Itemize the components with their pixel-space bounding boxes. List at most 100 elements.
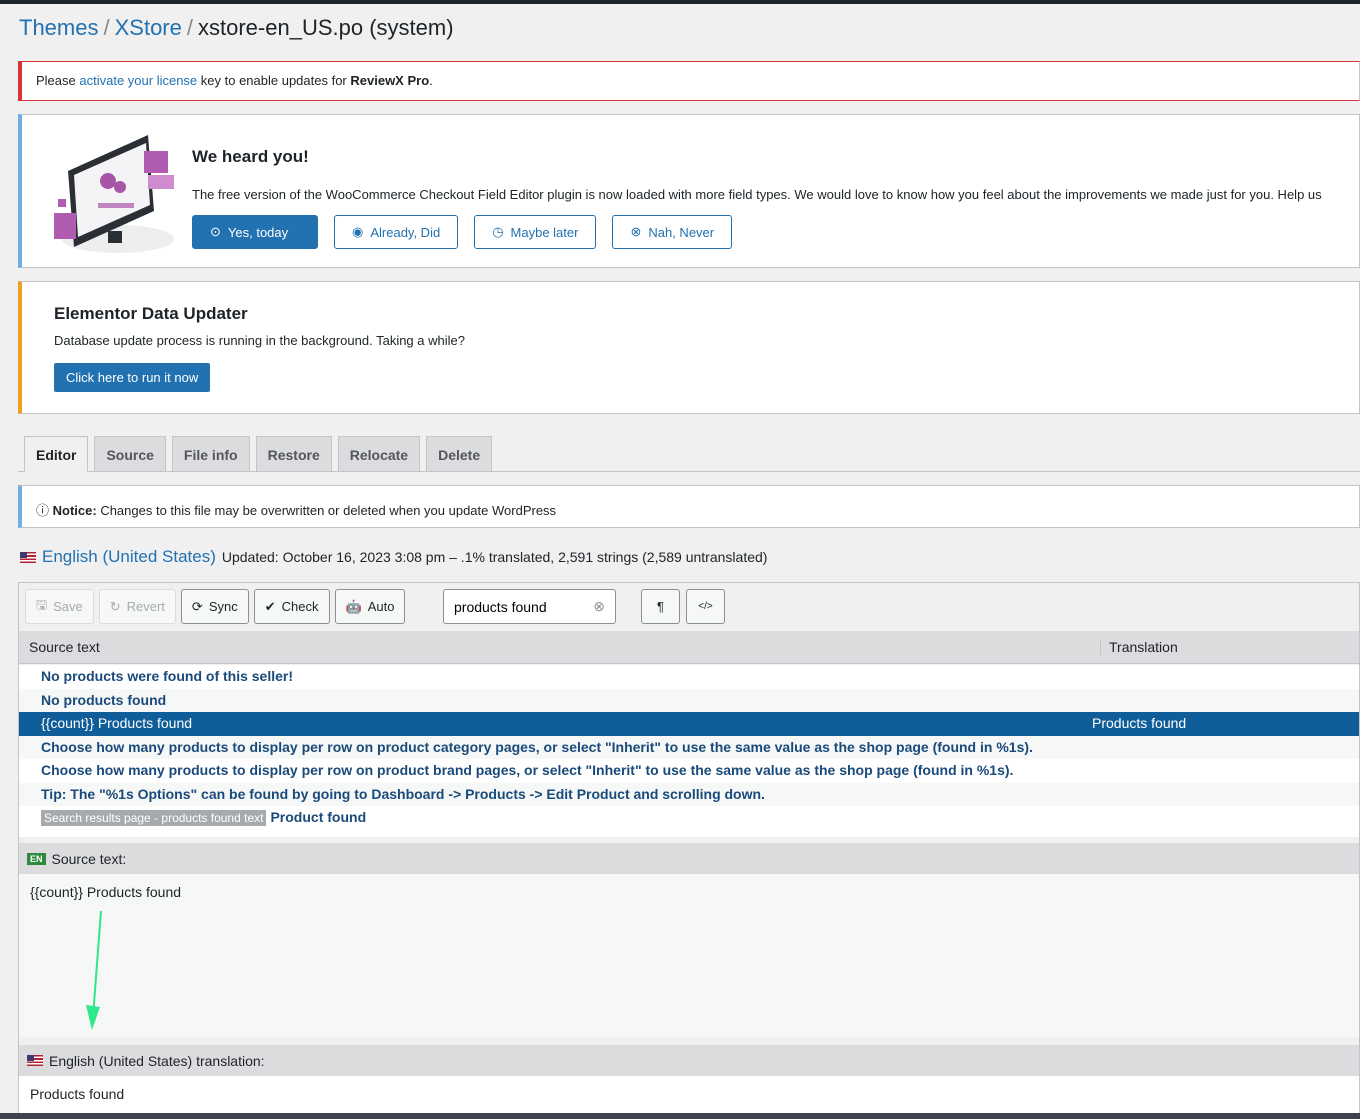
breadcrumb-current: xstore-en_US.po (system)	[198, 15, 454, 40]
activate-license-link[interactable]: activate your license	[79, 73, 197, 88]
pane-label: Source text:	[51, 850, 127, 867]
source-pane-header: EN Source text:	[19, 843, 1359, 874]
license-notice: Please activate your license key to enab…	[18, 61, 1360, 101]
notice-text: Changes to this file may be overwritten …	[96, 503, 557, 518]
table-row[interactable]: Search results page - products found tex…	[19, 806, 1359, 830]
info-icon: ⓘ	[36, 503, 50, 518]
tab-delete[interactable]: Delete	[426, 436, 493, 472]
thumbs-up-icon: ◉	[352, 224, 364, 239]
button-label: Already, Did	[370, 224, 441, 240]
product-name: ReviewX Pro	[350, 73, 430, 88]
source-cell: Product found	[270, 809, 367, 825]
notice-text: key to enable updates for	[197, 73, 351, 88]
button-label: Save	[53, 599, 83, 614]
tab-editor[interactable]: Editor	[24, 436, 89, 472]
strings-list: No products were found of this seller! N…	[19, 665, 1359, 837]
revert-icon: ↻	[109, 598, 121, 614]
translation-pane-header: English (United States) translation:	[19, 1045, 1359, 1076]
maybe-later-button[interactable]: ◷ Maybe later	[474, 215, 597, 249]
notice-title: Elementor Data Updater	[54, 304, 248, 323]
check-button[interactable]: ✔ Check	[253, 589, 330, 624]
translation-input[interactable]: Products found	[19, 1076, 1359, 1114]
annotation-arrow	[86, 910, 102, 1030]
notice-text: Please	[36, 73, 80, 88]
yes-today-button[interactable]: ⊙ Yes, today	[192, 215, 318, 249]
breadcrumb-themes[interactable]: Themes	[19, 15, 98, 40]
table-row[interactable]: Choose how many products to display per …	[19, 735, 1359, 759]
notice-text: .	[429, 73, 433, 88]
nah-never-button[interactable]: ⊗ Nah, Never	[612, 215, 733, 249]
source-text: {{count}} Products found	[30, 884, 182, 900]
check-circle-icon: ⊙	[210, 224, 221, 239]
breadcrumb: Themes / XStore / xstore-en_US.po (system)	[19, 15, 454, 40]
source-cell: Choose how many products to display per …	[41, 762, 1014, 778]
editor-toolbar: 🖫 Save ↻ Revert ⟳ Sync ✔ Check 🤖 Auto	[25, 589, 406, 624]
pane-label: English (United States) translation:	[49, 1052, 265, 1069]
source-cell: Choose how many products to display per …	[41, 738, 1033, 755]
tab-restore[interactable]: Restore	[255, 436, 332, 472]
toggle-invisibles-button[interactable]: ¶	[641, 589, 680, 624]
bottom-bar	[0, 1113, 1360, 1119]
language-link[interactable]: English (United States)	[42, 547, 216, 567]
translation-cell: Products found	[1092, 715, 1187, 731]
breadcrumb-xstore[interactable]: XStore	[115, 15, 182, 40]
button-label: Maybe later	[510, 224, 579, 240]
feedback-notice: We heard you! The free version of the Wo…	[18, 114, 1360, 268]
clock-icon: ◷	[492, 224, 504, 239]
table-header: Source text Translation	[19, 631, 1359, 664]
button-label: Revert	[126, 599, 165, 614]
language-line: English (United States) Updated: October…	[20, 547, 767, 567]
button-label: Nah, Never	[648, 224, 715, 240]
table-row[interactable]: Choose how many products to display per …	[19, 759, 1359, 783]
column-source[interactable]: Source text	[29, 639, 100, 655]
file-tabs: Editor Source File info Restore Relocate…	[24, 436, 493, 472]
button-label: Check	[281, 599, 319, 614]
table-row[interactable]: No products were found of this seller!	[19, 665, 1359, 689]
x-circle-icon: ⊗	[630, 224, 642, 239]
search-field[interactable]: ⊗	[443, 589, 616, 624]
button-label: Sync	[208, 599, 238, 614]
save-icon: 🖫	[36, 596, 48, 612]
search-input[interactable]	[454, 598, 584, 615]
run-updater-button[interactable]: Click here to run it now	[54, 363, 211, 392]
table-row[interactable]: No products found	[19, 688, 1359, 712]
language-meta: Updated: October 16, 2023 3:08 pm – .1% …	[221, 549, 768, 565]
robot-icon: 🤖	[345, 598, 362, 614]
table-row[interactable]: Tip: The "%1s Options" can be found by g…	[19, 782, 1359, 806]
column-translation[interactable]: Translation	[1100, 639, 1178, 655]
sync-icon: ⟳	[191, 598, 203, 614]
source-cell: {{count}} Products found	[41, 715, 193, 731]
tab-file-info[interactable]: File info	[171, 436, 250, 472]
overwrite-notice: ⓘ Notice: Changes to this file may be ov…	[18, 485, 1360, 528]
source-text-pane: {{count}} Products found	[19, 874, 1359, 1037]
button-label: Yes, today	[227, 224, 289, 240]
context-badge: Search results page - products found tex…	[41, 810, 267, 826]
notice-label: Notice:	[52, 503, 97, 518]
button-label: Auto	[367, 599, 395, 614]
clear-search-icon[interactable]: ⊗	[593, 598, 605, 615]
revert-button[interactable]: ↻ Revert	[98, 589, 176, 624]
source-cell: No products found	[41, 691, 167, 708]
source-cell: No products were found of this seller!	[41, 668, 294, 684]
top-bar	[0, 0, 1360, 4]
po-editor: 🖫 Save ↻ Revert ⟳ Sync ✔ Check 🤖 Auto ⊗ ¶ </>…	[18, 582, 1360, 1114]
toggle-code-button[interactable]: </>	[686, 589, 725, 624]
save-button[interactable]: 🖫 Save	[25, 589, 94, 624]
us-flag-icon	[20, 551, 36, 563]
notice-title: We heard you!	[192, 147, 309, 166]
tab-relocate[interactable]: Relocate	[337, 436, 421, 472]
check-icon: ✔	[264, 598, 276, 614]
already-did-button[interactable]: ◉ Already, Did	[334, 215, 459, 249]
us-flag-icon	[27, 1055, 43, 1066]
tab-source[interactable]: Source	[94, 436, 166, 472]
en-badge: EN	[27, 852, 46, 865]
elementor-notice: Elementor Data Updater Database update p…	[18, 281, 1360, 414]
table-row-selected[interactable]: {{count}} Products found Products found	[19, 712, 1359, 736]
notice-text: The free version of the WooCommerce Chec…	[192, 187, 1322, 202]
sync-button[interactable]: ⟳ Sync	[180, 589, 249, 624]
notice-text: Database update process is running in th…	[54, 333, 465, 348]
source-cell: Tip: The "%1s Options" can be found by g…	[41, 785, 765, 802]
translation-text: Products found	[30, 1086, 125, 1102]
auto-button[interactable]: 🤖 Auto	[334, 589, 406, 624]
monitor-illustration	[54, 135, 174, 253]
